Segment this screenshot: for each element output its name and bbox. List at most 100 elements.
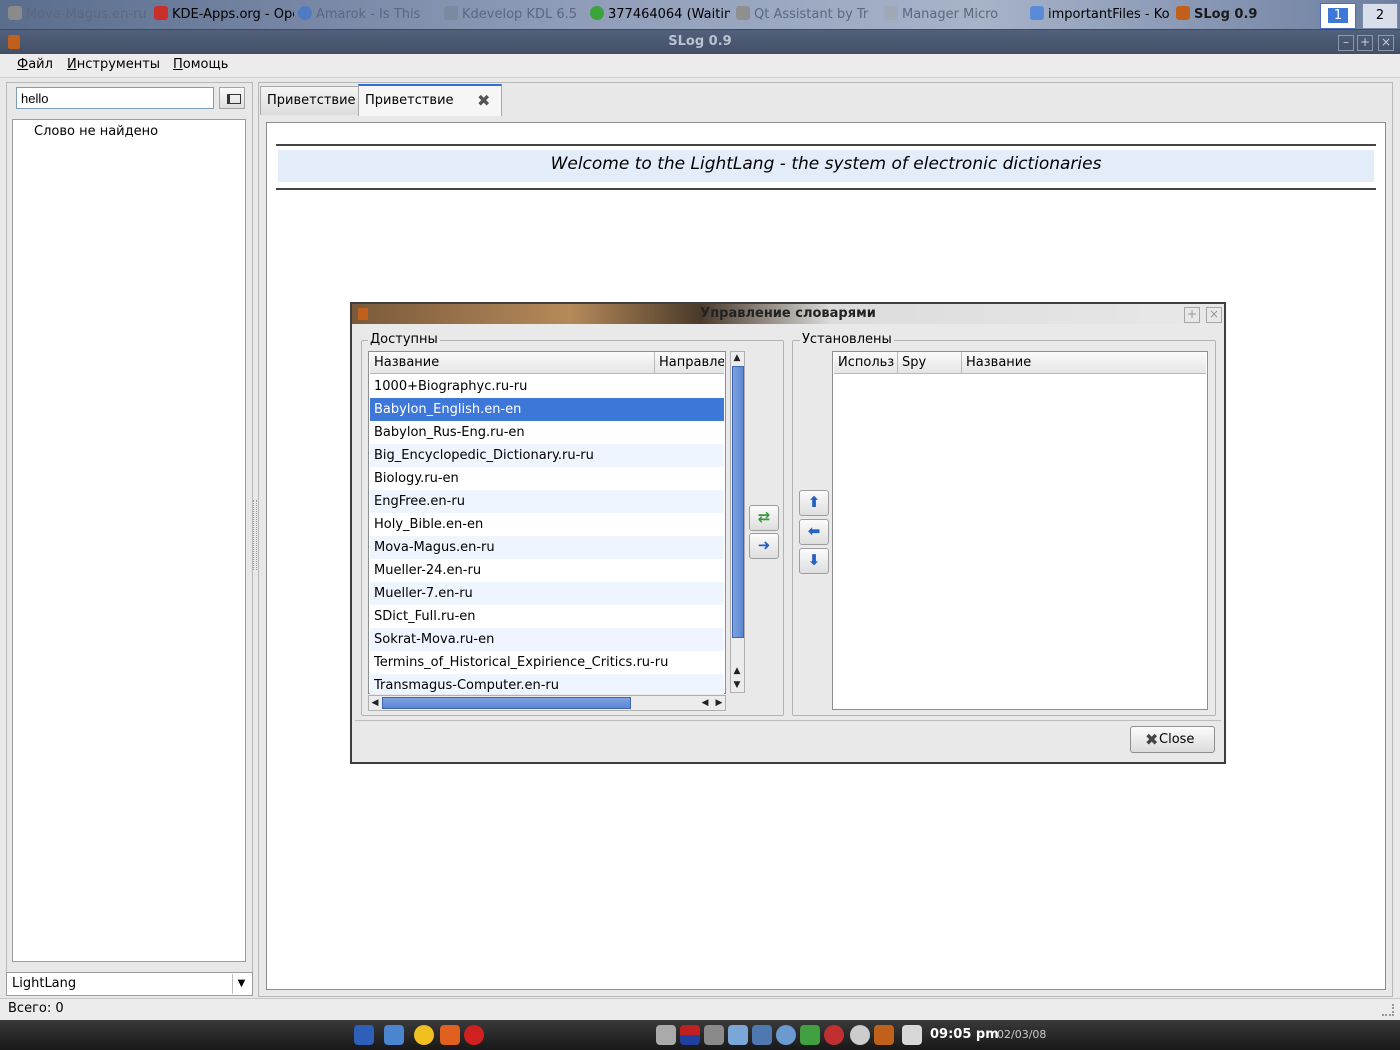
scroll-left-icon[interactable]: ◀ [699, 697, 711, 709]
menu-help[interactable]: Помощь [173, 57, 228, 72]
column-header-use[interactable]: Использ [834, 352, 898, 374]
dictionary-row[interactable]: Big_Encyclopedic_Dictionary.ru-ru [370, 444, 724, 467]
dictionary-row[interactable]: Transmagus-Computer.en-ru [370, 674, 724, 694]
installed-list[interactable] [832, 351, 1208, 710]
dialog-close-button[interactable]: × [1206, 307, 1222, 323]
scroll-left-icon[interactable]: ◀ [369, 697, 381, 709]
task-item-konqueror[interactable]: importantFiles - Kon [1026, 3, 1170, 27]
dictionary-row[interactable]: Termins_of_Historical_Expirience_Critics… [370, 651, 724, 674]
close-tab-icon[interactable]: ✖ [477, 93, 493, 109]
battery-icon[interactable] [902, 1025, 922, 1045]
close-window-button[interactable]: × [1378, 35, 1394, 51]
close-button[interactable]: Close [1130, 726, 1215, 753]
task-label: Mova-Magus.en-ru [26, 7, 146, 22]
not-found-message: Слово не найдено [34, 124, 159, 139]
minimize-button[interactable]: – [1338, 35, 1354, 51]
scroll-right-icon[interactable]: ▶ [713, 697, 725, 709]
task-item-mova[interactable]: Mova-Magus.en-ru [4, 3, 146, 27]
desktop-1-button[interactable]: 1 [1320, 3, 1356, 29]
update-icon[interactable] [800, 1025, 820, 1045]
clear-search-button[interactable] [219, 87, 245, 109]
dictionary-row[interactable]: Sokrat-Mova.ru-en [370, 628, 724, 651]
task-item-manager[interactable]: Manager Micro [880, 3, 1024, 27]
tab-welcome-1[interactable]: Приветствие [260, 86, 363, 115]
dictionary-select[interactable]: LightLang [6, 972, 253, 996]
search-input[interactable] [16, 87, 214, 109]
scroll-up-icon[interactable]: ▲ [731, 665, 743, 677]
desktop-2-button[interactable]: 2 [1362, 3, 1398, 29]
task-item-slog[interactable]: SLog 0.9 [1172, 3, 1316, 27]
dialog-titlebar: Управление словарями [352, 304, 1224, 324]
dialog-app-icon [358, 308, 368, 320]
scroll-up-icon[interactable]: ▲ [731, 352, 743, 364]
tray-icon[interactable] [752, 1025, 772, 1045]
desktop-icon[interactable] [384, 1025, 404, 1045]
dictionary-row[interactable]: Mueller-7.en-ru [370, 582, 724, 605]
tab-welcome-2[interactable]: Приветствие ✖ [358, 84, 502, 116]
task-label: SLog 0.9 [1194, 7, 1258, 22]
column-header-spy[interactable]: Spy [898, 352, 962, 374]
star-icon[interactable] [414, 1025, 434, 1045]
dictionary-row[interactable]: 1000+Biographyc.ru-ru [370, 375, 724, 398]
desktop-label: 2 [1375, 8, 1385, 23]
launcher-icon[interactable] [440, 1025, 460, 1045]
menu-tools[interactable]: Инструменты [67, 57, 160, 72]
remove-dictionary-button[interactable]: ⬅ [799, 519, 829, 545]
vertical-scroll-thumb[interactable] [732, 366, 744, 638]
refresh-icon: ⇄ [757, 508, 771, 526]
keyboard-layout-icon[interactable] [680, 1025, 700, 1045]
column-header-name[interactable]: Название [370, 352, 655, 374]
network-icon[interactable] [728, 1025, 748, 1045]
maximize-button[interactable]: + [1357, 35, 1373, 51]
dictionary-row[interactable]: Holy_Bible.en-en [370, 513, 724, 536]
welcome-heading: Welcome to the LightLang - the system of… [550, 154, 1102, 174]
task-label: KDE-Apps.org - Ope [172, 7, 294, 22]
clipboard-icon[interactable] [656, 1025, 676, 1045]
arrow-right-icon: ➜ [757, 536, 771, 554]
dictionary-row[interactable]: Babylon_Rus-Eng.ru-en [370, 421, 724, 444]
task-item-amarok[interactable]: Amarok - Is This [294, 3, 436, 27]
task-item-icq[interactable]: 377464064 (Waitin [586, 3, 730, 27]
task-item-kde-apps[interactable]: KDE-Apps.org - Ope [150, 3, 294, 27]
dialog-separator [355, 720, 1221, 721]
bottom-panel [0, 1020, 1400, 1050]
task-item-kdevelop[interactable]: Kdevelop KDL 6.5 [440, 3, 584, 27]
opera-icon[interactable] [464, 1025, 484, 1045]
dictionary-row[interactable]: Babylon_English.en-en [370, 398, 724, 421]
slog-tray-icon[interactable] [874, 1025, 894, 1045]
clock-time[interactable]: 09:05 pm [930, 1027, 999, 1042]
dictionary-row[interactable]: EngFree.en-ru [370, 490, 724, 513]
splitter-handle[interactable] [253, 500, 257, 570]
audio-icon[interactable] [824, 1025, 844, 1045]
horizontal-scroll-thumb[interactable] [382, 697, 631, 709]
icq-icon [590, 6, 604, 20]
window-app-icon[interactable] [8, 35, 20, 49]
manager-icon [884, 6, 898, 20]
scroll-down-icon[interactable]: ▼ [731, 679, 743, 691]
kdevelop-icon [444, 6, 458, 20]
move-up-button[interactable]: ⬆ [799, 490, 829, 516]
move-down-button[interactable]: ⬇ [799, 548, 829, 574]
dialog-maximize-button[interactable]: + [1184, 307, 1200, 323]
chevron-down-icon[interactable]: ▼ [232, 974, 250, 994]
column-header-name[interactable]: Название [962, 352, 1206, 374]
dictionary-row[interactable]: Mova-Magus.en-ru [370, 536, 724, 559]
resize-grip[interactable] [1382, 1004, 1394, 1016]
desktop-label: 1 [1327, 8, 1349, 23]
column-header-direction[interactable]: Направле [655, 352, 724, 374]
refresh-list-button[interactable]: ⇄ [749, 505, 779, 531]
disk-icon[interactable] [850, 1025, 870, 1045]
dictionary-row[interactable]: SDict_Full.ru-en [370, 605, 724, 628]
word-list[interactable] [12, 119, 246, 962]
qt-icon [736, 6, 750, 20]
dictionary-row[interactable]: Mueller-24.en-ru [370, 559, 724, 582]
task-item-qt-assistant[interactable]: Qt Assistant by Tr [732, 3, 878, 27]
dictionary-row[interactable]: Biology.ru-en [370, 467, 724, 490]
menubar: Файл Инструменты Помощь [0, 54, 1400, 78]
tab-label: Приветствие [365, 93, 454, 108]
messenger-icon[interactable] [776, 1025, 796, 1045]
kde-menu-icon[interactable] [354, 1025, 374, 1045]
menu-file[interactable]: Файл [17, 57, 53, 72]
install-dictionary-button[interactable]: ➜ [749, 533, 779, 559]
bluetooth-icon[interactable] [704, 1025, 724, 1045]
